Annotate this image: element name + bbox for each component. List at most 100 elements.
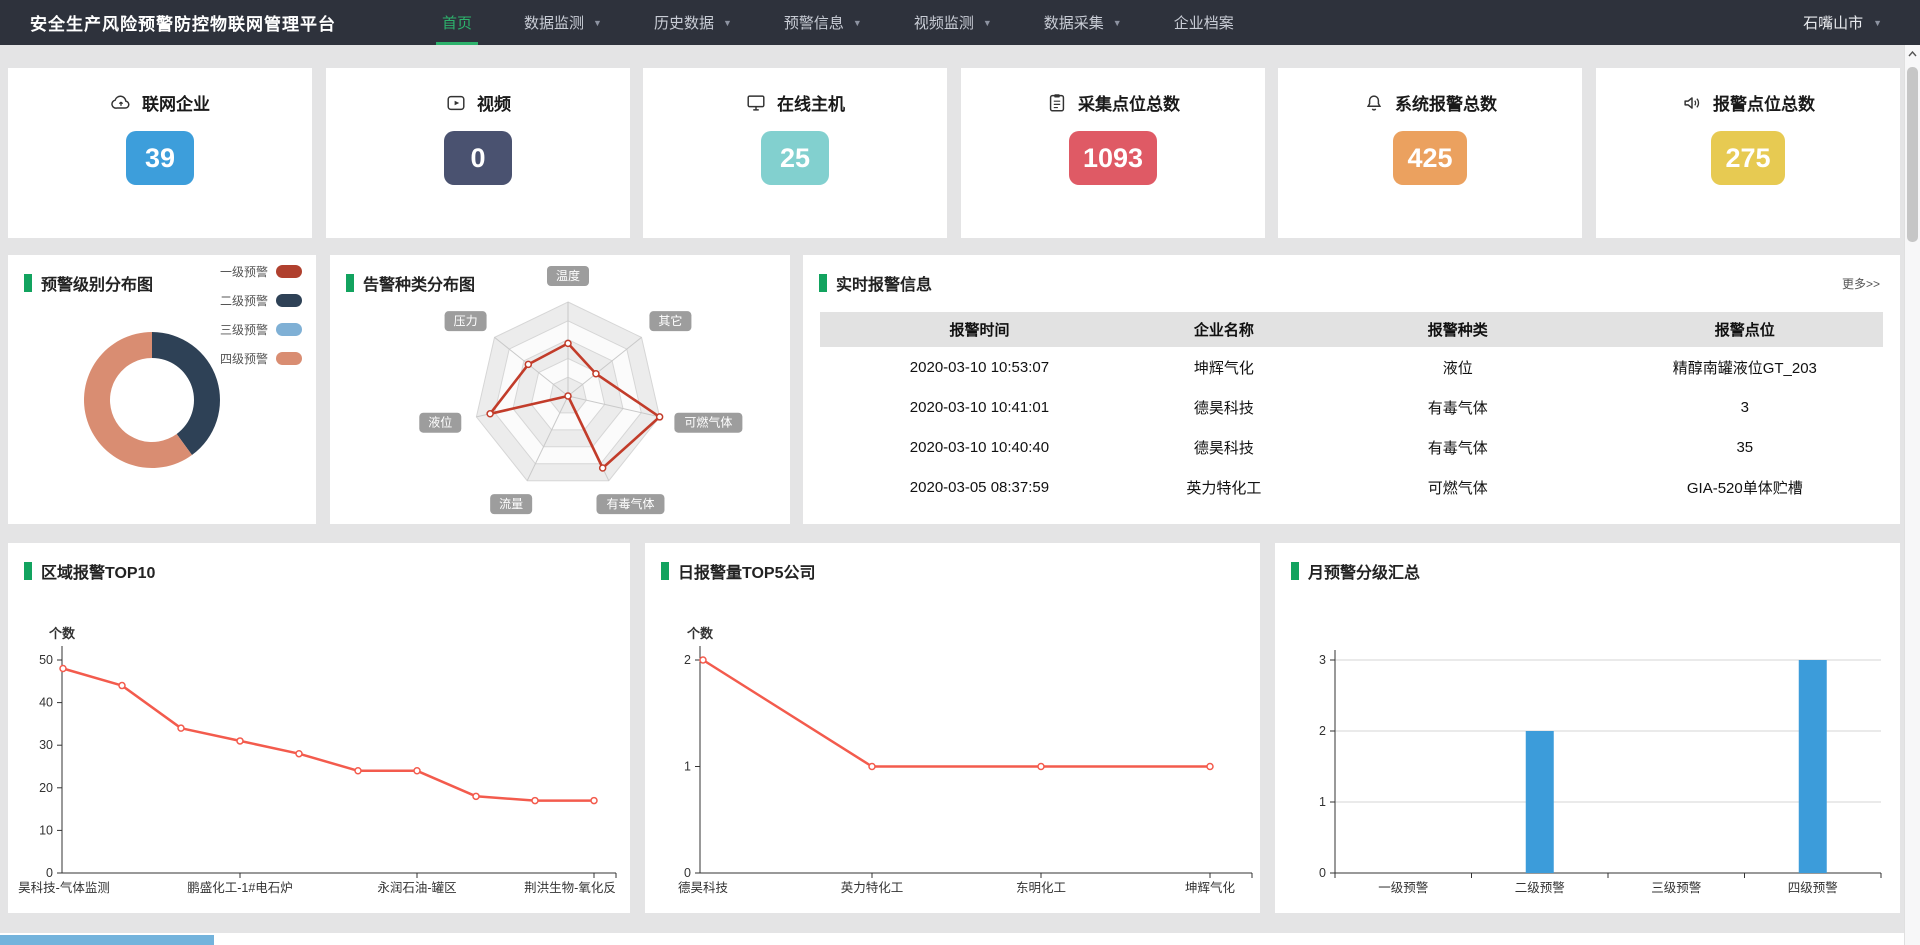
svg-text:可燃气体: 可燃气体 bbox=[684, 415, 732, 430]
stat-card-报警点位总数: 报警点位总数275 bbox=[1596, 68, 1900, 238]
svg-text:其它: 其它 bbox=[658, 313, 682, 328]
data-point-0 bbox=[700, 657, 706, 663]
navbar: 安全生产风险预警防控物联网管理平台 首页数据监测▼历史数据▼预警信息▼视频监测▼… bbox=[0, 0, 1920, 45]
legend-item-四级预警[interactable]: 四级预警 bbox=[220, 352, 302, 365]
chevron-down-icon: ▼ bbox=[593, 18, 602, 28]
radar-label-温度: 温度 bbox=[547, 266, 589, 286]
scrollbar-thumb[interactable] bbox=[1907, 67, 1918, 242]
x-label-东明化工: 东明化工 bbox=[1016, 881, 1066, 895]
table-cell: 德昊科技 bbox=[1139, 387, 1309, 427]
legend-label: 二级预警 bbox=[220, 292, 268, 309]
speaker-icon bbox=[1681, 92, 1703, 114]
panel-region-top10: 区域报警TOP10 01020304050个数昊科技-气体监测鹏盛化工-1#电石… bbox=[8, 543, 630, 913]
svg-text:个数: 个数 bbox=[686, 626, 714, 641]
data-point-1 bbox=[869, 764, 875, 770]
nav-item-数据监测[interactable]: 数据监测▼ bbox=[498, 0, 628, 45]
svg-text:压力: 压力 bbox=[454, 314, 478, 328]
table-cell: 坤辉气化 bbox=[1139, 347, 1309, 387]
table-cell: 35 bbox=[1607, 427, 1883, 467]
panel-title: 实时报警信息 bbox=[819, 271, 932, 295]
legend-item-一级预警[interactable]: 一级预警 bbox=[220, 265, 302, 278]
stat-card-联网企业: 联网企业 39 bbox=[8, 68, 312, 238]
col-header-报警时间: 报警时间 bbox=[820, 312, 1139, 347]
nav-item-数据采集[interactable]: 数据采集▼ bbox=[1018, 0, 1148, 45]
x-label-荆洪生物-氧化反: 荆洪生物-氧化反 bbox=[524, 881, 616, 895]
stat-card-header: 在线主机 bbox=[643, 90, 947, 115]
more-link[interactable]: 更多>> bbox=[1842, 275, 1880, 292]
svg-text:2: 2 bbox=[1319, 724, 1326, 738]
bar-四级预警 bbox=[1799, 660, 1827, 873]
x-label-英力特化工: 英力特化工 bbox=[841, 880, 904, 895]
legend-marker bbox=[276, 352, 302, 365]
nav-item-预警信息[interactable]: 预警信息▼ bbox=[758, 0, 888, 45]
x-label-二级预警: 二级预警 bbox=[1515, 880, 1565, 895]
table-row[interactable]: 2020-03-10 10:53:07坤辉气化液位精醇南罐液位GT_203 bbox=[820, 347, 1883, 387]
panel-title-text: 告警种类分布图 bbox=[363, 271, 475, 295]
title-marker bbox=[819, 274, 827, 292]
table-row[interactable]: 2020-03-10 10:40:40德昊科技有毒气体35 bbox=[820, 427, 1883, 467]
legend-item-二级预警[interactable]: 二级预警 bbox=[220, 294, 302, 307]
data-point-0 bbox=[60, 666, 66, 672]
panel-title: 区域报警TOP10 bbox=[24, 559, 155, 583]
nav-item-label: 企业档案 bbox=[1174, 12, 1234, 33]
panel-daily-top5: 日报警量TOP5公司 012个数德昊科技英力特化工东明化工坤辉气化 bbox=[645, 543, 1260, 913]
radar-point-其它 bbox=[593, 371, 599, 377]
clipboard-icon bbox=[1046, 92, 1068, 114]
legend-item-三级预警[interactable]: 三级预警 bbox=[220, 323, 302, 336]
svg-text:40: 40 bbox=[39, 696, 53, 710]
stat-card-header: 采集点位总数 bbox=[961, 90, 1265, 115]
region-selector[interactable]: 石嘴山市 ▼ bbox=[1803, 0, 1882, 45]
legend-label: 一级预警 bbox=[220, 263, 268, 280]
video-icon bbox=[445, 92, 467, 114]
radar-point-可燃气体 bbox=[657, 414, 663, 420]
x-label-永润石油-罐区: 永润石油-罐区 bbox=[377, 881, 456, 895]
stat-card-header: 视频 bbox=[326, 90, 630, 115]
radar-label-其它: 其它 bbox=[649, 311, 691, 331]
table-row[interactable]: 2020-03-10 10:41:01德昊科技有毒气体3 bbox=[820, 387, 1883, 427]
data-point-5 bbox=[355, 768, 361, 774]
title-marker bbox=[346, 274, 354, 292]
nav-item-企业档案[interactable]: 企业档案 bbox=[1148, 0, 1260, 45]
cutoff-row bbox=[0, 933, 1905, 945]
nav-item-历史数据[interactable]: 历史数据▼ bbox=[628, 0, 758, 45]
panel-alarm-type: 告警种类分布图 温度其它可燃气体有毒气体流量液位压力 bbox=[330, 255, 790, 524]
stat-label: 联网企业 bbox=[142, 90, 210, 115]
nav-item-视频监测[interactable]: 视频监测▼ bbox=[888, 0, 1018, 45]
svg-text:0: 0 bbox=[46, 866, 53, 880]
stat-value-badge: 39 bbox=[126, 131, 194, 185]
svg-text:3: 3 bbox=[1319, 653, 1326, 667]
scrollbar[interactable] bbox=[1904, 45, 1920, 945]
data-point-4 bbox=[296, 751, 302, 757]
svg-text:温度: 温度 bbox=[556, 268, 580, 283]
title-marker bbox=[661, 562, 669, 580]
table-row[interactable]: 2020-03-05 08:37:59英力特化工可燃气体GIA-520单体贮槽 bbox=[820, 467, 1883, 507]
alarm-table-body: 2020-03-10 10:53:07坤辉气化液位精醇南罐液位GT_203202… bbox=[820, 347, 1883, 507]
nav-item-首页[interactable]: 首页 bbox=[416, 0, 498, 45]
radar-label-流量: 流量 bbox=[490, 494, 532, 514]
radar-point-液位 bbox=[487, 411, 493, 417]
svg-text:30: 30 bbox=[39, 738, 53, 752]
data-point-3 bbox=[1207, 764, 1213, 770]
stat-card-采集点位总数: 采集点位总数1093 bbox=[961, 68, 1265, 238]
scrollbar-up-icon[interactable] bbox=[1905, 45, 1920, 63]
panel-title-text: 月预警分级汇总 bbox=[1308, 559, 1420, 583]
stat-card-系统报警总数: 系统报警总数425 bbox=[1278, 68, 1582, 238]
table-cell: GIA-520单体贮槽 bbox=[1607, 467, 1883, 507]
table-cell: 有毒气体 bbox=[1309, 387, 1607, 427]
nav-item-label: 历史数据 bbox=[654, 12, 714, 33]
alarm-table-head: 报警时间企业名称报警种类报警点位 bbox=[820, 312, 1883, 347]
data-point-1 bbox=[119, 683, 125, 689]
radar-label-可燃气体: 可燃气体 bbox=[674, 413, 742, 433]
radar-point-温度 bbox=[565, 340, 571, 346]
panel-title-text: 实时报警信息 bbox=[836, 271, 932, 295]
data-point-8 bbox=[532, 798, 538, 804]
col-header-报警种类: 报警种类 bbox=[1309, 312, 1607, 347]
line-series bbox=[703, 660, 1210, 767]
svg-text:0: 0 bbox=[1319, 866, 1326, 880]
table-cell: 有毒气体 bbox=[1309, 427, 1607, 467]
svg-text:2: 2 bbox=[684, 653, 691, 667]
panel-realtime-alarms: 实时报警信息 更多>> 报警时间企业名称报警种类报警点位 2020-03-10 … bbox=[803, 255, 1900, 524]
svg-text:1: 1 bbox=[684, 760, 691, 774]
table-cell: 可燃气体 bbox=[1309, 467, 1607, 507]
panel-title-text: 预警级别分布图 bbox=[41, 271, 153, 295]
